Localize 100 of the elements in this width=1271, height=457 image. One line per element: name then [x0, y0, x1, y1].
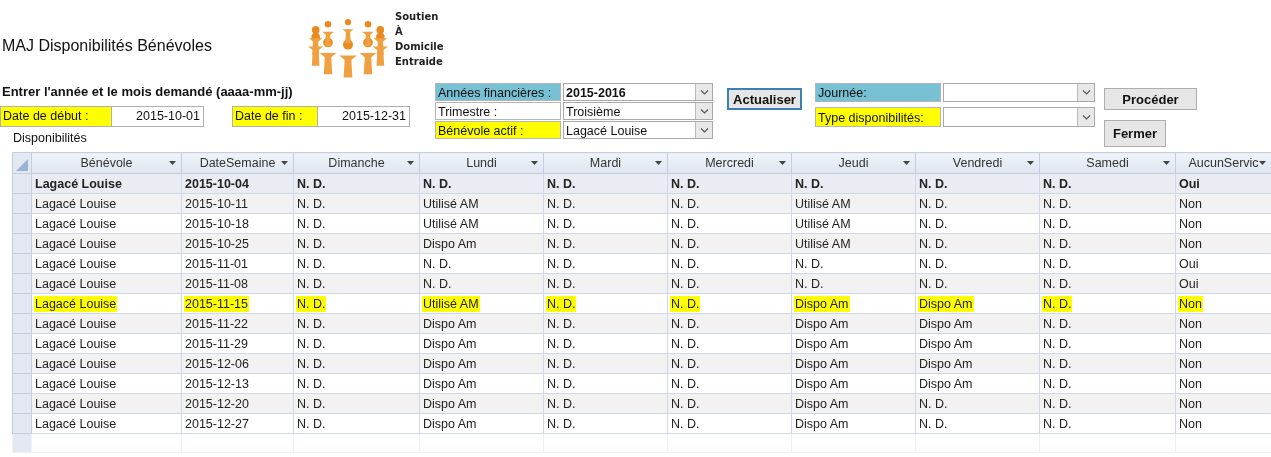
table-cell: N. D. — [419, 253, 544, 274]
dropdown-arrow-icon — [655, 161, 662, 165]
dropdown-field[interactable]: Troisième — [563, 102, 713, 120]
table-cell: Utilisé AM — [791, 213, 916, 234]
table-cell: N. D. — [667, 353, 792, 374]
table-cell: N. D. — [419, 173, 544, 194]
dropdown-field[interactable] — [943, 83, 1095, 102]
close-button[interactable]: Fermer — [1104, 120, 1166, 147]
table-cell: N. D. — [667, 213, 792, 234]
table-cell: Dispo Am — [915, 293, 1040, 314]
column-header[interactable]: DateSemaine — [181, 152, 294, 174]
table-cell: Lagacé Louise — [31, 393, 182, 414]
table-cell: Dispo Am — [419, 333, 544, 354]
column-header[interactable]: Dimanche — [293, 152, 420, 174]
column-header[interactable]: Jeudi — [791, 152, 916, 174]
table-cell: N. D. — [293, 273, 420, 294]
field-label: Bénévole actif : — [435, 121, 561, 139]
dropdown-arrow-icon — [1163, 161, 1170, 165]
table-cell: Dispo Am — [791, 293, 916, 314]
dropdown-arrow-icon — [779, 161, 786, 165]
dropdown-arrow-icon — [1259, 161, 1266, 165]
table-cell: Dispo Am — [915, 313, 1040, 334]
table-cell: N. D. — [915, 213, 1040, 234]
table-cell: Utilisé AM — [791, 233, 916, 254]
column-header[interactable]: Mardi — [543, 152, 668, 174]
table-cell: Dispo Am — [419, 413, 544, 434]
table-cell: N. D. — [543, 213, 668, 234]
table-cell: N. D. — [1039, 353, 1176, 374]
date-field[interactable]: 2015-12-31 — [318, 106, 410, 127]
table-cell: Lagacé Louise — [31, 373, 182, 394]
table-cell: N. D. — [1039, 293, 1176, 314]
table-cell: 2015-11-29 — [181, 333, 294, 354]
table-cell: N. D. — [543, 193, 668, 214]
table-cell: Dispo Am — [791, 373, 916, 394]
table-cell: 2015-12-27 — [181, 413, 294, 434]
select-all-corner[interactable] — [12, 152, 32, 174]
column-header[interactable]: AucunServic — [1175, 152, 1271, 174]
table-cell: Lagacé Louise — [31, 293, 182, 314]
logo-text: Entraide — [395, 55, 444, 69]
table-cell: N. D. — [667, 253, 792, 274]
table-cell: Lagacé Louise — [31, 353, 182, 374]
table-cell: Utilisé AM — [419, 213, 544, 234]
table-cell: N. D. — [667, 393, 792, 414]
logo-text: Soutien — [395, 10, 440, 24]
dropdown-arrow-icon — [1027, 161, 1034, 165]
refresh-button[interactable]: Actualiser — [727, 88, 802, 110]
dropdown-field[interactable] — [943, 107, 1095, 127]
column-header[interactable]: Mercredi — [667, 152, 792, 174]
table-cell: N. D. — [543, 413, 668, 434]
table-cell: N. D. — [543, 293, 668, 314]
table-cell: Non — [1175, 293, 1271, 314]
table-cell: N. D. — [293, 393, 420, 414]
table-cell: N. D. — [543, 373, 668, 394]
table-cell: N. D. — [1039, 413, 1176, 434]
table-cell: N. D. — [293, 253, 420, 274]
table-cell: 2015-12-06 — [181, 353, 294, 374]
table-cell: N. D. — [915, 233, 1040, 254]
table-cell: 2015-11-22 — [181, 313, 294, 334]
table-cell: Dispo Am — [791, 313, 916, 334]
column-header[interactable]: Vendredi — [915, 152, 1040, 174]
table-cell: Lagacé Louise — [31, 193, 182, 214]
table-cell: 2015-10-25 — [181, 233, 294, 254]
table-cell: N. D. — [293, 173, 420, 194]
dropdown-field[interactable]: Lagacé Louise — [563, 121, 713, 139]
dropdown-arrow-icon — [281, 161, 288, 165]
column-header[interactable]: Lundi — [419, 152, 544, 174]
corner-triangle-icon — [15, 157, 29, 172]
table-cell: 2015-11-08 — [181, 273, 294, 294]
table-cell: Lagacé Louise — [31, 233, 182, 254]
table-cell: Lagacé Louise — [31, 213, 182, 234]
table-cell: Dispo Am — [419, 313, 544, 334]
table-cell: N. D. — [543, 253, 668, 274]
table-cell: N. D. — [293, 373, 420, 394]
table-cell: Lagacé Louise — [31, 273, 182, 294]
table-cell: N. D. — [293, 333, 420, 354]
proceed-button[interactable]: Procéder — [1104, 88, 1197, 110]
column-header[interactable]: Bénévole — [31, 152, 182, 174]
table-cell: 2015-10-04 — [181, 173, 294, 194]
table-cell: N. D. — [667, 333, 792, 354]
table-cell: N. D. — [667, 233, 792, 254]
table-cell: N. D. — [915, 393, 1040, 414]
table-cell: Dispo Am — [419, 373, 544, 394]
table-cell: Dispo Am — [419, 393, 544, 414]
subform-label: Disponibilités — [13, 131, 87, 145]
table-cell: N. D. — [293, 413, 420, 434]
table-cell: Dispo Am — [791, 353, 916, 374]
column-header[interactable]: Samedi — [1039, 152, 1176, 174]
table-cell: N. D. — [791, 253, 916, 274]
table-cell: N. D. — [1039, 233, 1176, 254]
dropdown-field[interactable]: 2015-2016 — [563, 83, 713, 101]
date-field[interactable]: 2015-10-01 — [112, 106, 204, 127]
field-label: Trimestre : — [435, 102, 561, 120]
table-cell: N. D. — [543, 393, 668, 414]
table-cell: N. D. — [1039, 173, 1176, 194]
table-cell: N. D. — [915, 273, 1040, 294]
table-cell: Lagacé Louise — [31, 413, 182, 434]
table-cell: 2015-11-01 — [181, 253, 294, 274]
table-cell: N. D. — [293, 193, 420, 214]
table-cell: Lagacé Louise — [31, 253, 182, 274]
table-cell: 2015-12-13 — [181, 373, 294, 394]
